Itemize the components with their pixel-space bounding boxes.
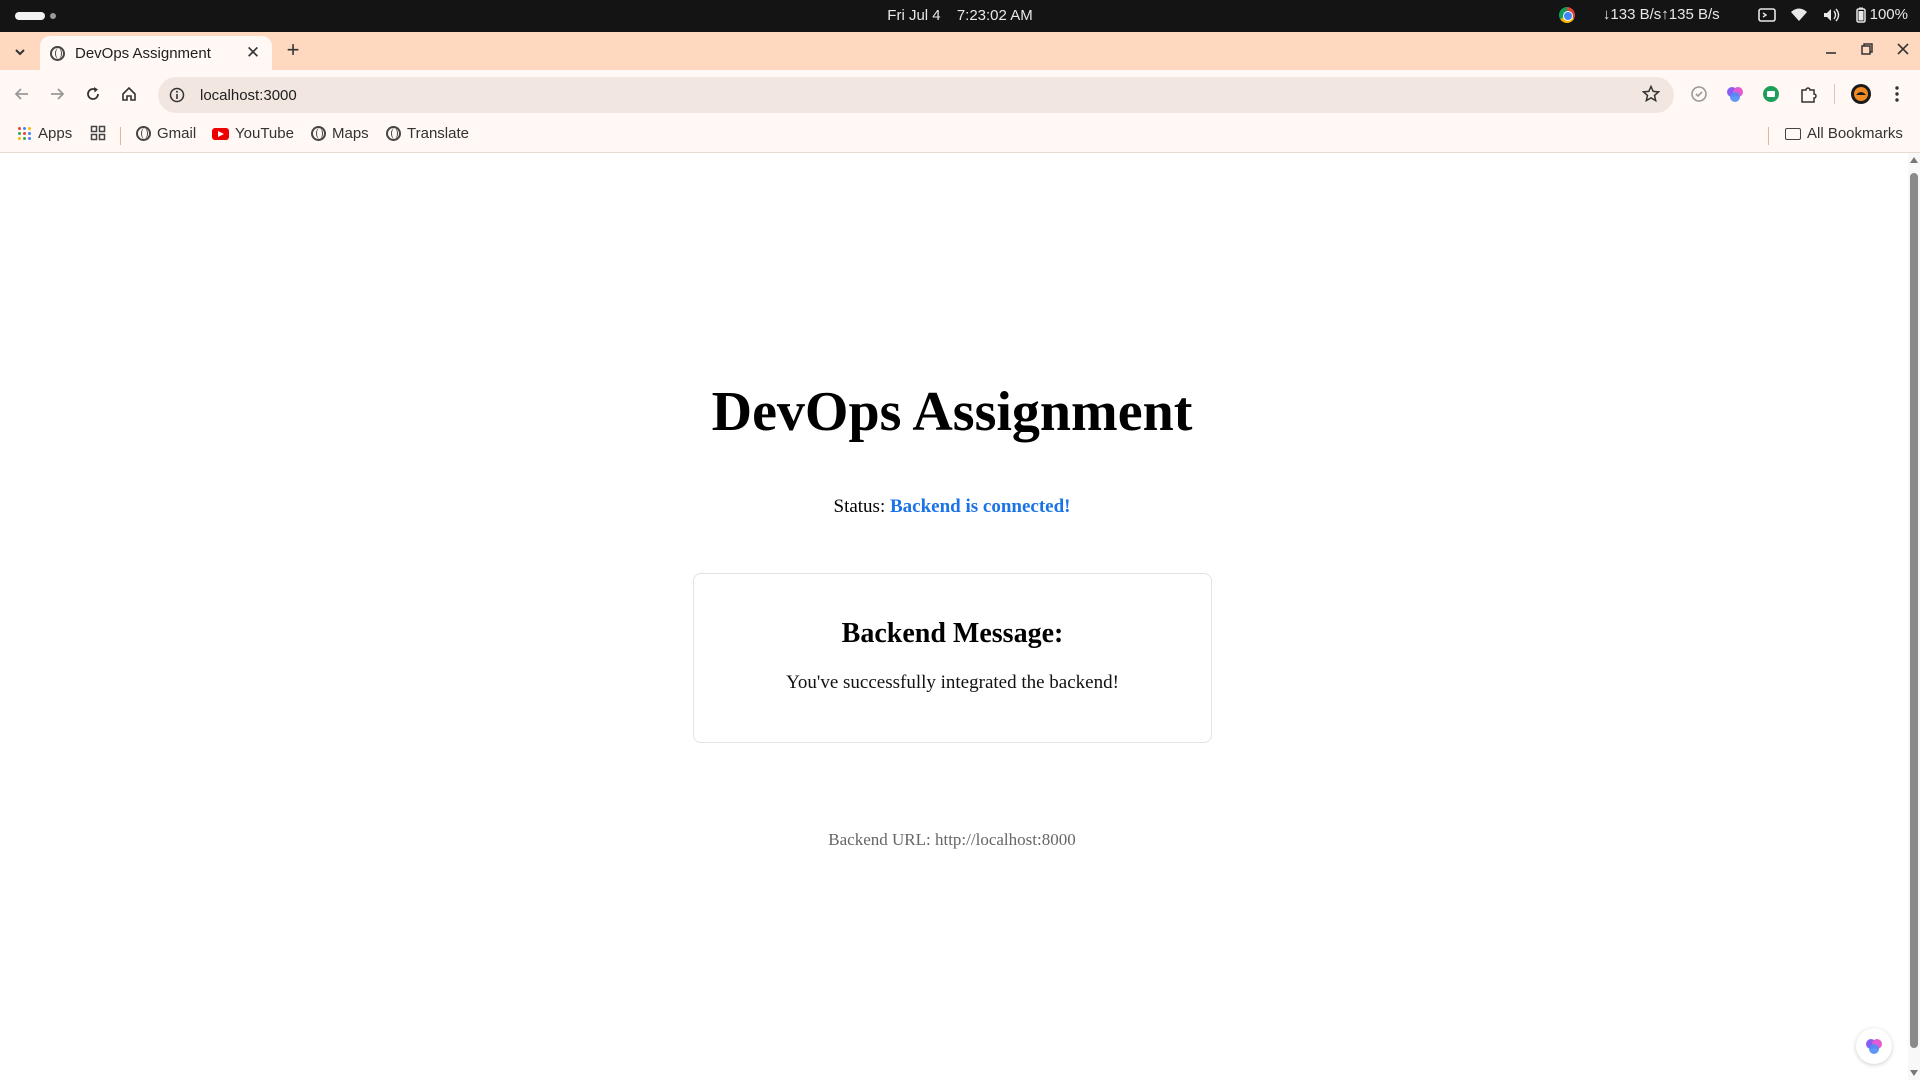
backend-message: You've successfully integrated the backe… — [786, 672, 1119, 693]
apps-grid-icon — [18, 126, 32, 141]
new-tab-button[interactable]: + — [282, 39, 304, 62]
bookmark-translate[interactable]: Translate — [386, 125, 469, 142]
folder-icon — [1785, 127, 1801, 140]
page-scrollbar[interactable] — [1908, 153, 1920, 1080]
extension-puzzle-dim-icon[interactable] — [1688, 83, 1710, 105]
card-title: Backend Message: — [841, 618, 1064, 649]
tab-strip: DevOps Assignment ✕ + — [0, 32, 1920, 70]
info-icon[interactable] — [168, 86, 186, 104]
bookmark-maps[interactable]: Maps — [311, 125, 369, 142]
bookmarks-divider — [1768, 127, 1769, 145]
tab-search-button[interactable] — [8, 40, 32, 64]
bookmark-label: Gmail — [157, 125, 197, 142]
network-speed: ↓133 B/s↑135 B/s — [1602, 6, 1720, 23]
scroll-up-arrow[interactable] — [1910, 157, 1918, 163]
profile-avatar[interactable] — [1850, 83, 1872, 105]
bookmark-gmail[interactable]: Gmail — [136, 125, 196, 142]
web-page: DevOps Assignment Status: Backend is con… — [0, 153, 1908, 1080]
bookmarks-divider — [120, 127, 121, 145]
floating-extension-button[interactable] — [1856, 1028, 1892, 1064]
home-button[interactable] — [117, 82, 141, 106]
bookmark-label: Translate — [407, 125, 469, 142]
extensions-icon[interactable] — [1797, 83, 1819, 105]
screen-share-icon[interactable] — [1757, 7, 1776, 23]
star-icon[interactable] — [1641, 84, 1661, 108]
bookmark-label: Maps — [332, 125, 369, 142]
scrollbar-thumb[interactable] — [1910, 173, 1918, 1048]
volume-icon[interactable] — [1822, 7, 1840, 23]
reload-button[interactable] — [81, 82, 105, 106]
wifi-icon[interactable] — [1790, 7, 1808, 23]
grid-icon — [90, 125, 106, 141]
globe-icon — [136, 126, 151, 141]
globe-icon — [386, 126, 401, 141]
brain-extension-icon — [1866, 1039, 1882, 1054]
restore-icon[interactable] — [1860, 42, 1874, 56]
backend-message-card: Backend Message: You've successfully int… — [693, 573, 1212, 743]
all-bookmarks-button[interactable]: All Bookmarks — [1785, 125, 1903, 142]
chrome-tray-icon[interactable] — [1558, 6, 1575, 23]
page-title: DevOps Assignment — [711, 381, 1193, 443]
scroll-down-arrow[interactable] — [1910, 1070, 1918, 1076]
youtube-icon — [212, 127, 229, 140]
window-close-icon[interactable] — [1896, 42, 1910, 56]
chevron-down-icon — [15, 49, 25, 56]
battery-level: 100% — [1869, 6, 1908, 23]
bookmark-label: Apps — [38, 125, 73, 142]
minimize-icon[interactable] — [1824, 42, 1838, 56]
status-label: Status: — [833, 496, 886, 517]
forward-button[interactable] — [45, 82, 69, 106]
os-date: Fri Jul 4 — [887, 7, 941, 24]
globe-icon — [311, 126, 326, 141]
address-bar[interactable]: localhost:3000 — [158, 77, 1674, 113]
toolbar-divider — [1834, 84, 1835, 104]
url-text[interactable]: localhost:3000 — [200, 87, 297, 104]
globe-icon — [50, 45, 65, 61]
status-value: Backend is connected! — [889, 496, 1071, 517]
tab-groups-button[interactable] — [90, 125, 106, 141]
back-button[interactable] — [10, 82, 34, 106]
bookmark-youtube[interactable]: YouTube — [212, 125, 294, 142]
browser-toolbar: localhost:3000 — [0, 70, 1920, 118]
tab-title: DevOps Assignment — [75, 44, 211, 62]
window-controls — [1824, 42, 1910, 56]
bookmarks-bar: Apps Gmail YouTube Maps Translate All Bo… — [0, 118, 1920, 153]
bookmark-label: YouTube — [235, 125, 294, 142]
tab-devops-assignment[interactable]: DevOps Assignment ✕ — [40, 36, 272, 70]
close-icon[interactable]: ✕ — [244, 43, 262, 62]
battery[interactable]: 100% — [1854, 6, 1908, 23]
brain-extension-icon[interactable] — [1724, 83, 1746, 105]
os-time: 7:23:02 AM — [956, 7, 1033, 24]
all-bookmarks-label: All Bookmarks — [1807, 125, 1903, 142]
status-line: Status: Backend is connected! — [0, 496, 1904, 518]
home-icon — [122, 86, 136, 101]
menu-icon[interactable] — [1886, 83, 1908, 105]
back-icon — [14, 88, 28, 100]
battery-icon — [1855, 7, 1866, 23]
bookmark-apps[interactable]: Apps — [18, 125, 72, 142]
forward-icon — [51, 88, 65, 100]
reload-icon — [87, 87, 99, 100]
green-extension-icon[interactable] — [1760, 83, 1782, 105]
backend-url: Backend URL: http://localhost:8000 — [828, 830, 1076, 849]
os-top-bar: Fri Jul 4 7:23:02 AM ↓133 B/s↑135 B/s 10… — [0, 0, 1920, 32]
system-tray[interactable]: ↓133 B/s↑135 B/s 100% — [1558, 6, 1908, 23]
